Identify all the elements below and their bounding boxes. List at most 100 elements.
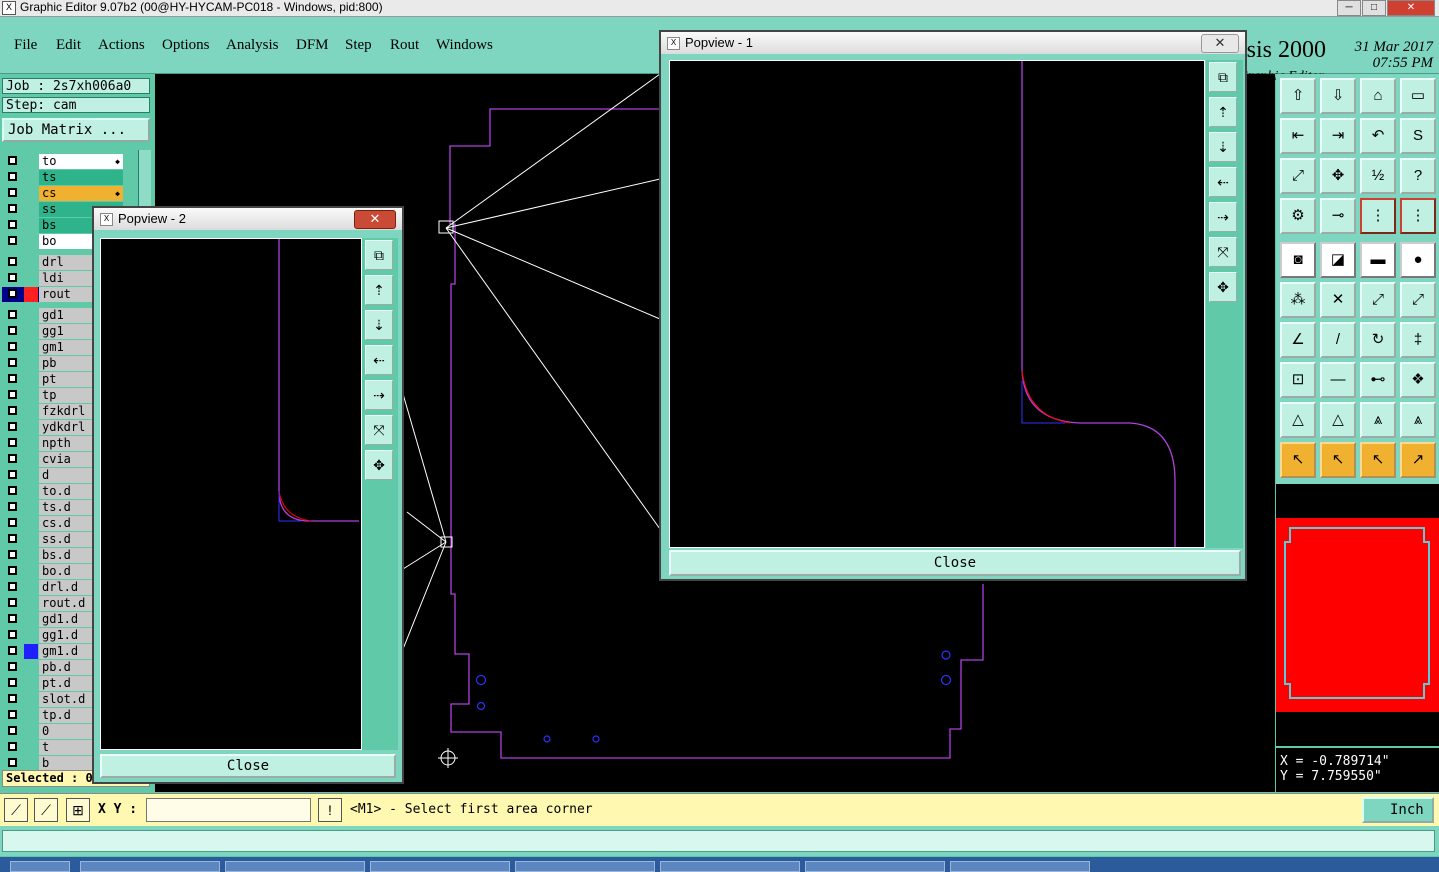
layer-checkbox[interactable] xyxy=(8,486,17,495)
taskbar-start[interactable] xyxy=(10,861,70,872)
layer-checkbox[interactable] xyxy=(8,156,17,165)
pad-icon[interactable]: ◙ xyxy=(1280,242,1316,278)
minimize-button[interactable]: ─ xyxy=(1337,0,1361,16)
zoom-out-icon[interactable]: ✥ xyxy=(365,450,393,480)
popview-2-titlebar[interactable]: X Popview - 2 ✕ xyxy=(94,208,402,230)
menu-file[interactable]: File xyxy=(14,37,37,54)
popview-2-viewport[interactable] xyxy=(100,238,362,750)
taskbar-item[interactable] xyxy=(660,861,800,872)
zoom-fit-icon[interactable]: ⧉ xyxy=(365,240,393,270)
layer-checkbox[interactable] xyxy=(8,582,17,591)
ruler-icon[interactable]: ▬ xyxy=(1360,242,1396,278)
triangle-bar-icon[interactable]: ⩓ xyxy=(1360,402,1396,438)
layer-name[interactable]: ts xyxy=(39,170,123,185)
menu-windows[interactable]: Windows xyxy=(436,37,493,54)
layer-checkbox[interactable] xyxy=(8,502,17,511)
layer-checkbox[interactable] xyxy=(8,662,17,671)
xy-input[interactable] xyxy=(146,798,311,822)
layer-checkbox[interactable] xyxy=(8,273,17,282)
scale-1-2-icon[interactable]: ½ xyxy=(1360,158,1396,194)
popview-1-close-x-button[interactable]: ✕ xyxy=(1201,34,1239,53)
slash-icon[interactable]: / xyxy=(1320,322,1356,358)
pan-left-icon[interactable]: ⇠ xyxy=(1209,167,1237,197)
maximize-button[interactable]: □ xyxy=(1362,0,1386,16)
dash-icon[interactable]: — xyxy=(1320,362,1356,398)
menu-edit[interactable]: Edit xyxy=(56,37,81,54)
nodes-icon[interactable]: ⁂ xyxy=(1280,282,1316,318)
line-draw-icon[interactable]: ◪ xyxy=(1320,242,1356,278)
menu-analysis[interactable]: Analysis xyxy=(226,37,279,54)
shapes-icon[interactable]: ❖ xyxy=(1400,362,1436,398)
layer-checkbox[interactable] xyxy=(8,454,17,463)
save-icon[interactable]: ⇩ xyxy=(1320,78,1356,114)
pointer-path-icon[interactable]: ↗ xyxy=(1400,442,1436,478)
popview-1-window[interactable]: X Popview - 1 ✕ ⧉ ⇡ ⇣ ⇠ ⇢ ⤧ ✥ Close xyxy=(659,30,1247,581)
taskbar-item[interactable] xyxy=(950,861,1090,872)
pointer-box-icon[interactable]: ↖ xyxy=(1320,442,1356,478)
layer-checkbox[interactable] xyxy=(8,204,17,213)
window-title-bar[interactable]: X Graphic Editor 9.07b2 (00@HY-HYCAM-PC0… xyxy=(0,0,1439,17)
overview-minimap[interactable] xyxy=(1276,484,1439,746)
layer-checkbox[interactable] xyxy=(8,310,17,319)
pan-right-icon[interactable]: ⇥ xyxy=(1320,118,1356,154)
pan-right-icon[interactable]: ⇢ xyxy=(1209,202,1237,232)
taskbar-item[interactable] xyxy=(515,861,655,872)
layer-checkbox[interactable] xyxy=(8,598,17,607)
popview-2-window[interactable]: X Popview - 2 ✕ ⧉ ⇡ ⇣ ⇠ ⇢ ⤧ ✥ Close xyxy=(92,206,404,784)
layer-checkbox[interactable] xyxy=(8,470,17,479)
taskbar-item[interactable] xyxy=(805,861,945,872)
zoom-in-icon[interactable]: ⤧ xyxy=(1209,237,1237,267)
menu-options[interactable]: Options xyxy=(162,37,210,54)
menu-rout[interactable]: Rout xyxy=(390,37,419,54)
popview-2-close-button[interactable]: Close xyxy=(100,754,396,778)
angle-icon[interactable]: ∠ xyxy=(1280,322,1316,358)
layer-checkbox[interactable] xyxy=(8,534,17,543)
layer-checkbox[interactable] xyxy=(8,646,17,655)
layer-checkbox[interactable] xyxy=(8,550,17,559)
connect-red-icon[interactable]: ⤢ xyxy=(1400,282,1436,318)
load-icon[interactable]: ⇧ xyxy=(1280,78,1316,114)
arc-icon[interactable]: ↻ xyxy=(1360,322,1396,358)
pan-up-icon[interactable]: ⇡ xyxy=(365,275,393,305)
snap-center-icon[interactable]: ⟋ xyxy=(34,798,58,822)
layer-checkbox[interactable] xyxy=(8,678,17,687)
help-icon[interactable]: ? xyxy=(1400,158,1436,194)
snap-grid-icon[interactable]: ⋮ xyxy=(1400,198,1436,234)
redraw-icon[interactable]: S xyxy=(1400,118,1436,154)
layer-checkbox[interactable] xyxy=(8,326,17,335)
home-icon[interactable]: ⌂ xyxy=(1360,78,1396,114)
layer-checkbox[interactable] xyxy=(8,406,17,415)
layer-name[interactable]: to ◆ xyxy=(39,154,123,169)
undo-icon[interactable]: ↶ xyxy=(1360,118,1396,154)
layer-name[interactable]: cs ◆ xyxy=(39,186,123,201)
settings-icon[interactable]: ⚙ xyxy=(1280,198,1316,234)
pan-down-icon[interactable]: ⇣ xyxy=(1209,132,1237,162)
popview-2-close-x-button[interactable]: ✕ xyxy=(354,210,396,229)
layer-checkbox[interactable] xyxy=(8,236,17,245)
layer-row[interactable]: to ◆ xyxy=(2,154,127,169)
zoom-home-icon[interactable]: ⤢ xyxy=(1280,158,1316,194)
layer-checkbox[interactable] xyxy=(8,742,17,751)
taskbar-item[interactable] xyxy=(225,861,365,872)
dimension-icon[interactable]: ⊷ xyxy=(1360,362,1396,398)
triangle-blue-icon[interactable]: △ xyxy=(1320,402,1356,438)
measure-icon[interactable]: ⊸ xyxy=(1320,198,1356,234)
menu-actions[interactable]: Actions xyxy=(98,37,145,54)
layer-checkbox[interactable] xyxy=(8,518,17,527)
layer-checkbox[interactable] xyxy=(8,614,17,623)
layer-checkbox[interactable] xyxy=(8,172,17,181)
close-button[interactable]: ✕ xyxy=(1387,0,1435,16)
unit-selector[interactable]: Inch xyxy=(1362,797,1434,823)
connect-icon[interactable]: ⤢ xyxy=(1360,282,1396,318)
layer-checkbox[interactable] xyxy=(8,438,17,447)
triangle-cross-icon[interactable]: ⩓ xyxy=(1400,402,1436,438)
zoom-out-icon[interactable]: ✥ xyxy=(1209,272,1237,302)
layer-checkbox[interactable] xyxy=(8,257,17,266)
popview-1-close-button[interactable]: Close xyxy=(669,550,1241,576)
pan-left-icon[interactable]: ⇠ xyxy=(365,345,393,375)
layer-checkbox[interactable] xyxy=(8,289,17,298)
layer-checkbox[interactable] xyxy=(8,342,17,351)
layer-checkbox[interactable] xyxy=(8,390,17,399)
alert-icon[interactable]: ! xyxy=(318,798,342,822)
layer-checkbox[interactable] xyxy=(8,630,17,639)
